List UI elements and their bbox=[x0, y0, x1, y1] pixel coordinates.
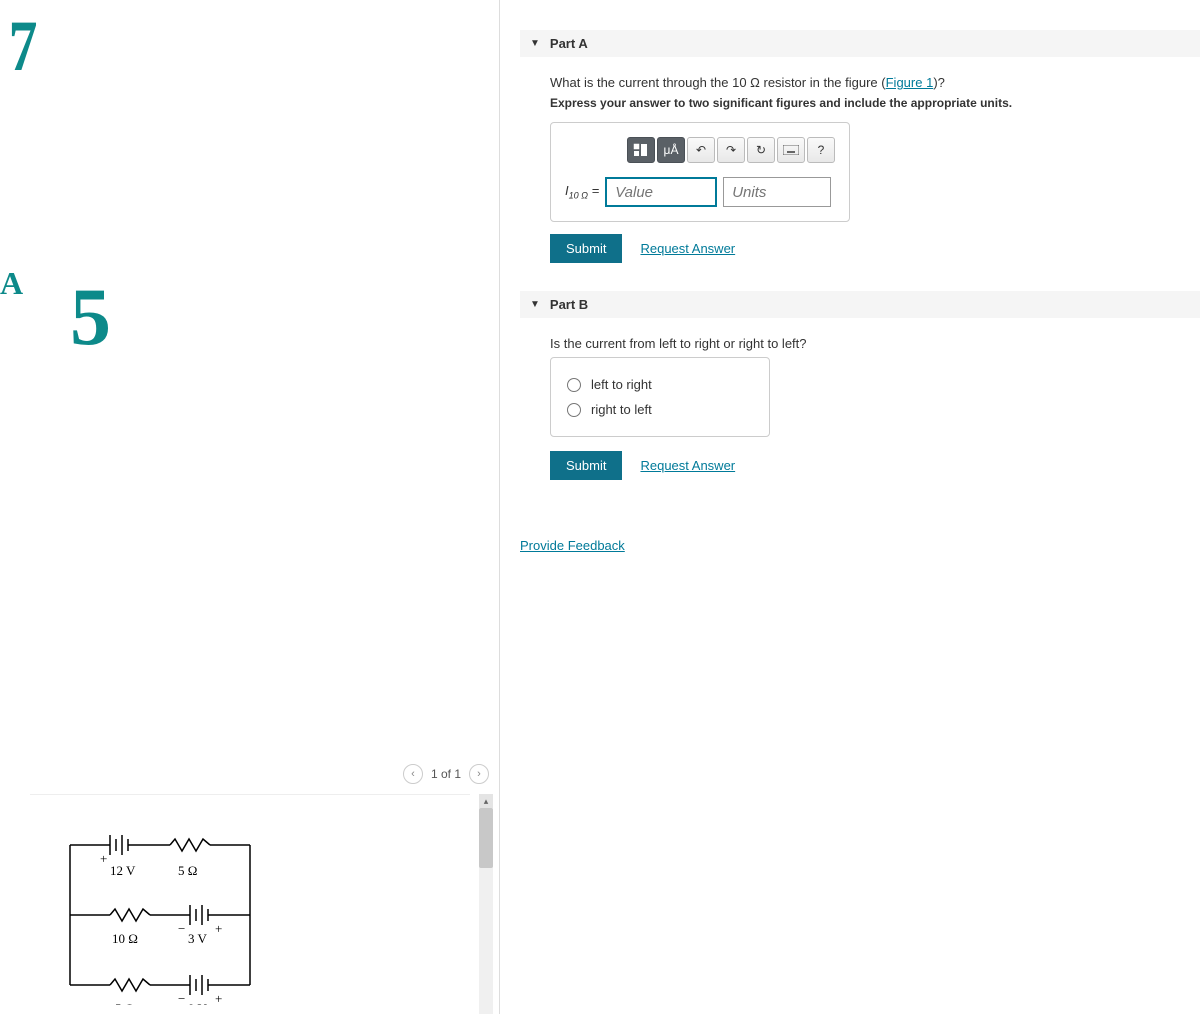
voltage-3v: 3 V bbox=[188, 931, 208, 946]
part-a-request-answer-link[interactable]: Request Answer bbox=[640, 241, 735, 256]
right-pane: Part A What is the current through the 1… bbox=[500, 0, 1200, 1014]
figure-scrollbar[interactable]: ▴ bbox=[479, 794, 493, 1014]
radio-right-to-left[interactable] bbox=[567, 403, 581, 417]
units-icon[interactable]: μÅ bbox=[657, 137, 685, 163]
answer-toolbar: μÅ ↶ ↷ ↻ ? bbox=[565, 137, 835, 163]
figure-pager: ‹ 1 of 1 › bbox=[403, 764, 489, 784]
option-left-to-right[interactable]: left to right bbox=[567, 372, 753, 397]
option-right-to-left[interactable]: right to left bbox=[567, 397, 753, 422]
left-pane: 7 A 5 ‹ 1 of 1 › bbox=[0, 0, 500, 1014]
part-b-header[interactable]: Part B bbox=[520, 291, 1200, 318]
templates-icon[interactable] bbox=[627, 137, 655, 163]
resistor-5-1: 5 Ω bbox=[178, 863, 197, 878]
part-b-submit-button[interactable]: Submit bbox=[550, 451, 622, 480]
resistor-10: 10 Ω bbox=[112, 931, 138, 946]
voltage-12v: 12 V bbox=[110, 863, 136, 878]
provide-feedback-link[interactable]: Provide Feedback bbox=[520, 538, 625, 553]
part-a-submit-button[interactable]: Submit bbox=[550, 234, 622, 263]
battery-plus-2: + bbox=[215, 921, 222, 936]
pager-text: 1 of 1 bbox=[431, 767, 461, 781]
part-a-header[interactable]: Part A bbox=[520, 30, 1200, 57]
voltage-9v: 9 V bbox=[188, 1001, 208, 1005]
redo-icon[interactable]: ↷ bbox=[717, 137, 745, 163]
handwritten-a: A bbox=[0, 265, 23, 302]
keyboard-icon[interactable] bbox=[777, 137, 805, 163]
help-icon[interactable]: ? bbox=[807, 137, 835, 163]
circuit-figure: + 12 V 5 Ω 10 Ω − + 3 V 5 Ω − + 9 V bbox=[30, 794, 470, 1014]
undo-icon[interactable]: ↶ bbox=[687, 137, 715, 163]
part-b-request-answer-link[interactable]: Request Answer bbox=[640, 458, 735, 473]
scroll-thumb[interactable] bbox=[479, 808, 493, 868]
handwritten-7: 7 bbox=[9, 5, 38, 88]
part-b-options: left to right right to left bbox=[550, 357, 770, 437]
part-a-title: Part A bbox=[550, 36, 588, 51]
radio-left-to-right[interactable] bbox=[567, 378, 581, 392]
pager-prev-button[interactable]: ‹ bbox=[403, 764, 423, 784]
part-a-answer-box: μÅ ↶ ↷ ↻ ? I10 Ω = bbox=[550, 122, 850, 222]
part-b-title: Part B bbox=[550, 297, 588, 312]
handwritten-5: 5 bbox=[70, 270, 111, 364]
battery-plus-3: + bbox=[215, 991, 222, 1005]
resistor-5-3: 5 Ω bbox=[115, 1001, 134, 1005]
units-input[interactable] bbox=[723, 177, 831, 207]
part-b-question: Is the current from left to right or rig… bbox=[550, 336, 1200, 351]
figure-1-link[interactable]: Figure 1 bbox=[886, 75, 934, 90]
part-a-question: What is the current through the 10 Ω res… bbox=[550, 75, 1200, 90]
variable-label: I10 Ω = bbox=[565, 183, 599, 201]
battery-minus-2: − bbox=[178, 921, 185, 936]
scroll-up-icon[interactable]: ▴ bbox=[479, 794, 493, 808]
battery-minus-3: − bbox=[178, 991, 185, 1005]
part-a-instruction: Express your answer to two significant f… bbox=[550, 96, 1200, 110]
battery-plus-1: + bbox=[100, 851, 107, 866]
value-input[interactable] bbox=[605, 177, 717, 207]
reset-icon[interactable]: ↻ bbox=[747, 137, 775, 163]
pager-next-button[interactable]: › bbox=[469, 764, 489, 784]
